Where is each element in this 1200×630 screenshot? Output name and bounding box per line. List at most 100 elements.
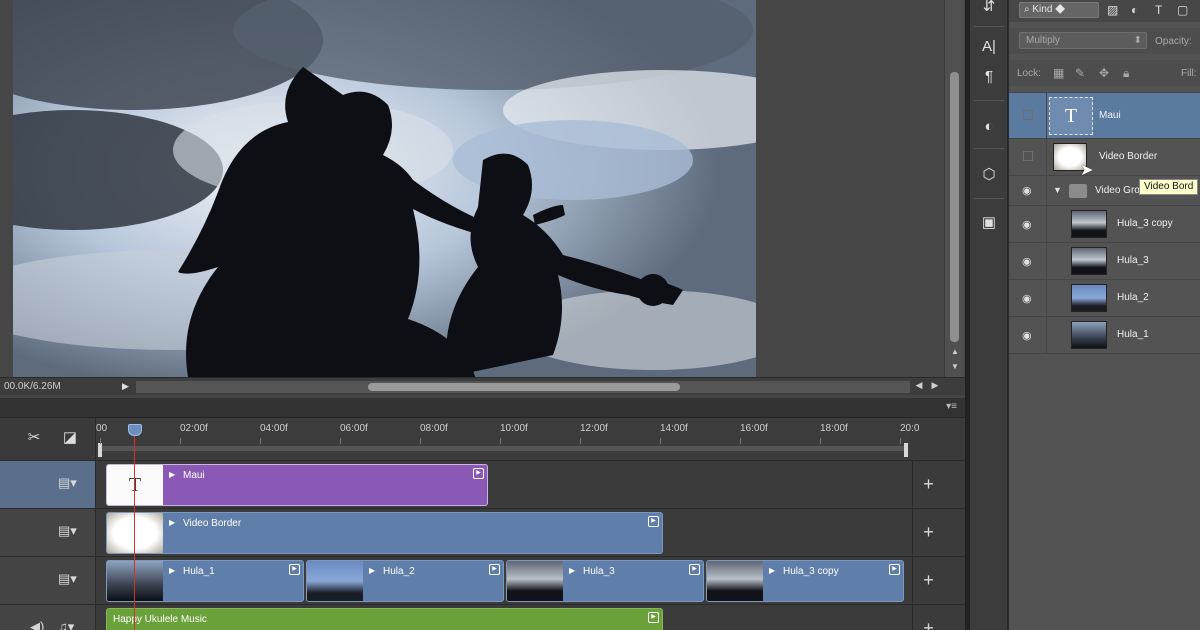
track-header[interactable]: ▤▾ <box>0 461 96 508</box>
layer-row-hula-3[interactable]: ◉ Hula_3 <box>1009 242 1200 279</box>
clip-menu-icon[interactable]: ▶ <box>648 516 659 527</box>
playhead-handle[interactable] <box>128 424 142 436</box>
clip-expand-icon[interactable]: ▶ <box>169 566 175 575</box>
work-area-end-handle[interactable] <box>904 443 908 457</box>
clip-expand-icon[interactable]: ▶ <box>169 518 175 527</box>
layer-row-hula-2[interactable]: ◉ Hula_2 <box>1009 279 1200 316</box>
add-media-button[interactable]: + <box>912 461 944 508</box>
ruler-tick-label: 06:00f <box>340 423 368 434</box>
layer-row-hula-3-copy[interactable]: ◉ Hula_3 copy <box>1009 205 1200 242</box>
track-header[interactable]: ▤▾ <box>0 557 96 604</box>
film-strip-icon[interactable]: ▤▾ <box>58 475 77 491</box>
split-scissors-icon[interactable]: ✂ <box>24 428 44 448</box>
properties-icon[interactable]: ▣ <box>978 212 1000 234</box>
horizontal-scroll-thumb[interactable] <box>368 383 680 391</box>
history-icon[interactable]: ⇵ <box>978 0 1000 18</box>
clip-hula-3-copy[interactable]: ▶ Hula_3 copy ▶ <box>706 560 904 602</box>
film-strip-icon[interactable]: ▤▾ <box>58 523 77 539</box>
status-menu-arrow-icon[interactable]: ▶ <box>122 381 129 392</box>
clip-menu-icon[interactable]: ▶ <box>473 468 484 479</box>
eye-icon[interactable]: ◉ <box>1022 184 1032 197</box>
3d-icon[interactable]: ⬡ <box>978 164 1000 186</box>
work-area-bar[interactable] <box>102 446 908 451</box>
clip-menu-icon[interactable]: ▶ <box>889 564 900 575</box>
shape-filter-icon[interactable]: ▢ <box>1177 3 1188 17</box>
layer-name[interactable]: Hula_2 <box>1117 292 1149 303</box>
work-area-start-handle[interactable] <box>98 443 102 457</box>
clip-video-border[interactable]: ▶ Video Border ▶ <box>106 512 663 554</box>
lock-pixels-icon[interactable]: ✎ <box>1075 66 1085 80</box>
layer-name[interactable]: Hula_3 <box>1117 255 1149 266</box>
group-disclosure-icon[interactable]: ▼ <box>1053 185 1062 195</box>
clip-hula-1[interactable]: ▶ Hula_1 ▶ <box>106 560 304 602</box>
lock-all-icon[interactable]: 🔒︎ <box>1123 66 1129 81</box>
clip-happy-ukulele-music[interactable]: Happy Ukulele Music ▶ <box>106 608 663 630</box>
add-media-button[interactable]: + <box>912 509 944 556</box>
clip-hula-2[interactable]: ▶ Hula_2 ▶ <box>306 560 504 602</box>
paragraph-icon[interactable]: ¶ <box>978 66 1000 88</box>
eye-icon[interactable]: ◉ <box>1022 218 1032 231</box>
transition-icon[interactable]: ◪ <box>60 428 80 448</box>
clip-expand-icon[interactable]: ▶ <box>769 566 775 575</box>
blend-mode-select[interactable]: Multiply ⬍ <box>1019 32 1147 49</box>
lock-transparent-icon[interactable]: ▦ <box>1053 66 1064 80</box>
clip-expand-icon[interactable]: ▶ <box>569 566 575 575</box>
track-header[interactable]: ▤▾ <box>0 509 96 556</box>
opacity-label: Opacity: <box>1155 36 1192 47</box>
layer-row-hula-1[interactable]: ◉ Hula_1 <box>1009 316 1200 353</box>
ruler-tick-label: 10:00f <box>500 423 528 434</box>
clip-menu-icon[interactable]: ▶ <box>289 564 300 575</box>
adjustment-filter-icon[interactable]: ◐ <box>1131 3 1138 17</box>
scroll-left-icon[interactable]: ◀ <box>912 380 926 391</box>
layer-row-video-border[interactable]: Video Border <box>1009 138 1200 175</box>
select-arrows-icon: ⬍ <box>1133 35 1142 46</box>
visibility-toggle[interactable] <box>1023 110 1033 120</box>
canvas-image[interactable] <box>13 0 756 377</box>
horizontal-scrollbar[interactable] <box>136 381 910 393</box>
scroll-down-icon[interactable]: ▼ <box>950 362 960 372</box>
film-strip-icon[interactable]: ▤▾ <box>58 571 77 587</box>
layer-name[interactable]: Maui <box>1099 110 1121 121</box>
vertical-scroll-thumb[interactable] <box>950 72 959 342</box>
clip-expand-icon[interactable]: ▶ <box>169 470 175 479</box>
document-size-readout[interactable]: 00.0K/6.26M <box>4 381 61 392</box>
add-audio-button[interactable]: + <box>912 605 944 630</box>
clip-expand-icon[interactable]: ▶ <box>369 566 375 575</box>
scroll-up-icon[interactable]: ▲ <box>950 347 960 357</box>
speaker-icon[interactable]: ◀) <box>30 619 44 630</box>
add-media-button[interactable]: + <box>912 557 944 604</box>
image-filter-icon[interactable]: ▨ <box>1107 3 1118 17</box>
character-icon[interactable]: A| <box>978 36 1000 58</box>
eye-icon[interactable]: ◉ <box>1022 255 1032 268</box>
clip-hula-3[interactable]: ▶ Hula_3 ▶ <box>506 560 704 602</box>
time-ruler[interactable]: 00 02:00f 04:00f 06:00f 08:00f 10:00f 12:00f 14… <box>96 418 919 460</box>
eye-icon[interactable]: ◉ <box>1022 292 1032 305</box>
layer-name[interactable]: Video Border <box>1099 151 1157 162</box>
clip-menu-icon[interactable]: ▶ <box>489 564 500 575</box>
audio-track-header[interactable]: ◀) ♫▾ <box>0 605 96 630</box>
video-thumbnail <box>507 561 563 601</box>
layer-row-maui[interactable]: T Maui <box>1009 92 1200 138</box>
ruler-tick <box>580 438 581 444</box>
lock-position-icon[interactable]: ✥ <box>1099 66 1109 80</box>
music-note-icon[interactable]: ♫▾ <box>58 619 74 630</box>
eye-icon[interactable]: ◉ <box>1022 329 1032 342</box>
scroll-right-icon[interactable]: ▶ <box>928 380 942 391</box>
adjustments-icon[interactable]: ◐ <box>978 116 1000 138</box>
visibility-toggle[interactable] <box>1023 151 1033 161</box>
group-name[interactable]: Video Gro <box>1095 185 1140 196</box>
fill-label: Fill: <box>1181 68 1197 79</box>
ruler-tick <box>900 438 901 444</box>
clip-menu-icon[interactable]: ▶ <box>689 564 700 575</box>
video-thumbnail <box>307 561 363 601</box>
clip-menu-icon[interactable]: ▶ <box>648 612 659 623</box>
kind-filter-select[interactable]: ⌕ Kind ◆ <box>1019 2 1099 18</box>
vertical-scrollbar[interactable]: ▲ ▼ <box>944 0 964 377</box>
type-filter-icon[interactable]: T <box>1155 3 1162 17</box>
layer-name[interactable]: Hula_1 <box>1117 329 1149 340</box>
panel-menu-icon[interactable]: ▾≡ <box>946 401 957 412</box>
document-area: ▲ ▼ 00.0K/6.26M ▶ ◀ ▶ <box>0 0 965 398</box>
layer-name[interactable]: Hula_3 copy <box>1117 218 1173 229</box>
timeline-tools: ✂ ◪ <box>0 418 96 460</box>
clip-maui[interactable]: T ▶ Maui ▶ <box>106 464 488 506</box>
